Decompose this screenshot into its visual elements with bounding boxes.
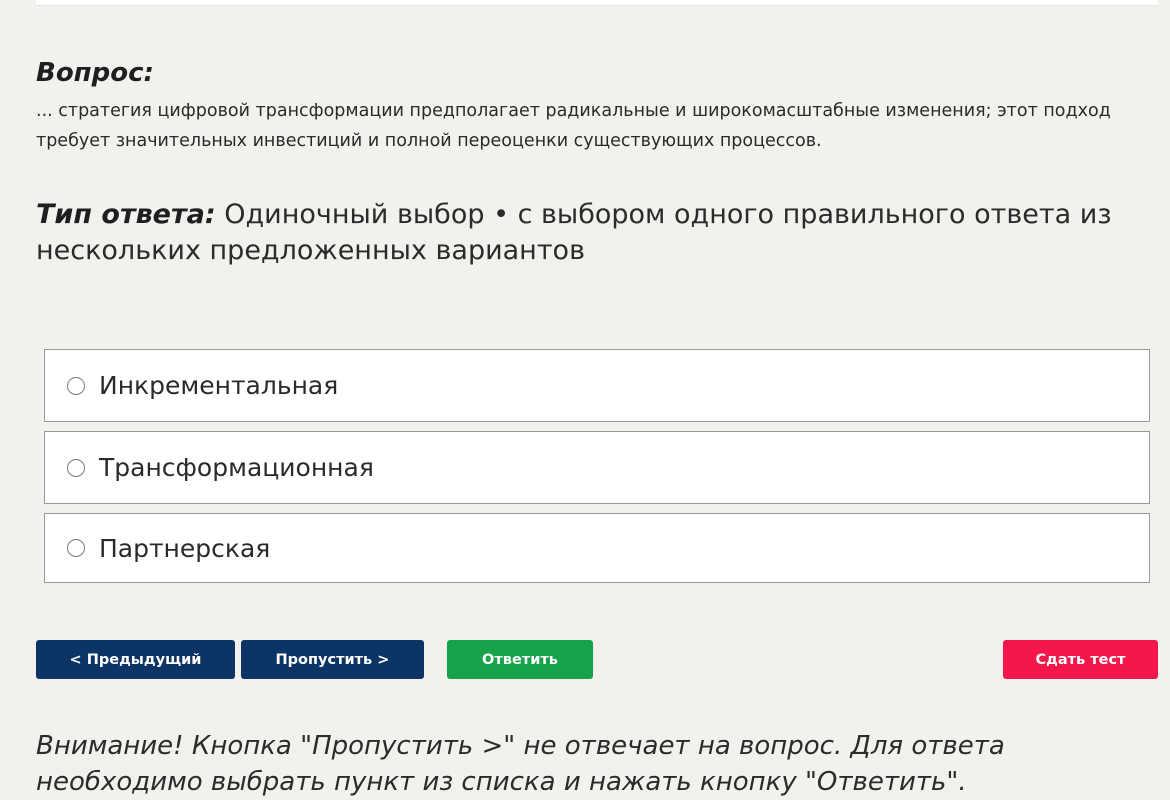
answer-button[interactable]: Ответить: [447, 640, 593, 679]
answer-type: Тип ответа: Одиночный выбор • с выбором …: [36, 197, 1146, 269]
answer-type-label: Тип ответа:: [36, 199, 216, 230]
answer-option-1[interactable]: Инкрементальная: [44, 349, 1150, 422]
answer-option-3[interactable]: Партнерская: [44, 513, 1150, 583]
answer-option-2[interactable]: Трансформационная: [44, 431, 1150, 504]
warning-text: Внимание! Кнопка "Пропустить >" не отвеч…: [36, 731, 1005, 797]
radio-button[interactable]: [67, 458, 85, 477]
answer-option-label: Партнерская: [99, 533, 271, 563]
skip-button[interactable]: Пропустить >: [241, 640, 424, 679]
answer-options: Инкрементальная Трансформационная Партне…: [44, 349, 1150, 583]
question-text: ... стратегия цифровой трансформации пре…: [36, 101, 1111, 151]
top-card: [36, 0, 1158, 6]
submit-test-button[interactable]: Сдать тест: [1003, 640, 1158, 679]
answer-option-label: Трансформационная: [99, 453, 374, 482]
radio-button[interactable]: [67, 376, 85, 395]
previous-button[interactable]: < Предыдущий: [36, 640, 235, 679]
radio-button[interactable]: [67, 539, 85, 557]
question-heading: Вопрос:: [36, 58, 154, 88]
answer-option-label: Инкрементальная: [99, 371, 339, 400]
